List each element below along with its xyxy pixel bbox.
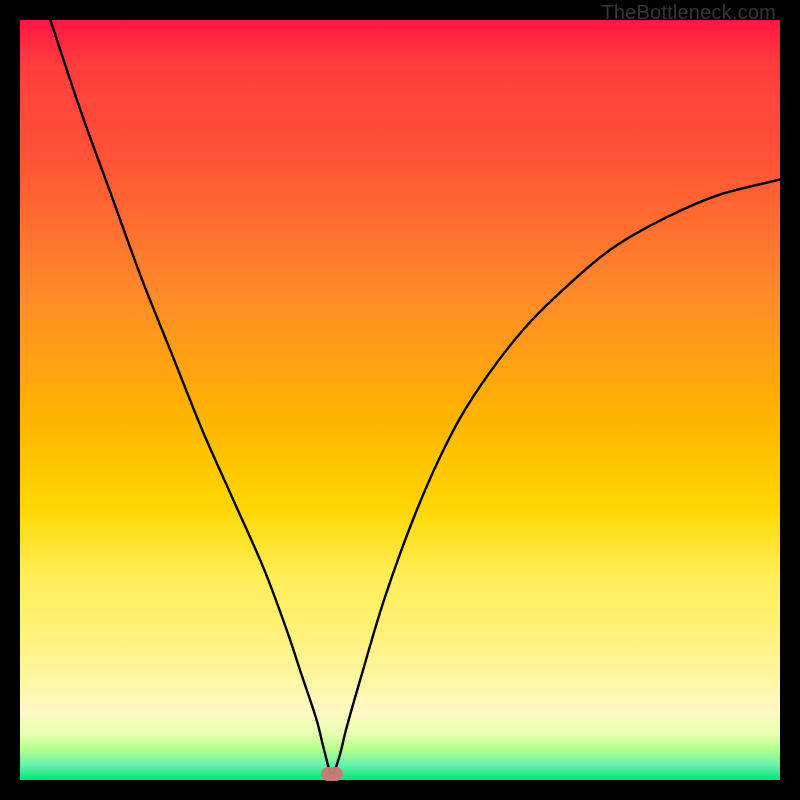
watermark-text: TheBottleneck.com: [601, 2, 776, 25]
optimal-point-marker: [321, 767, 343, 781]
chart-frame: TheBottleneck.com: [0, 0, 800, 800]
bottleneck-curve: [20, 20, 780, 780]
